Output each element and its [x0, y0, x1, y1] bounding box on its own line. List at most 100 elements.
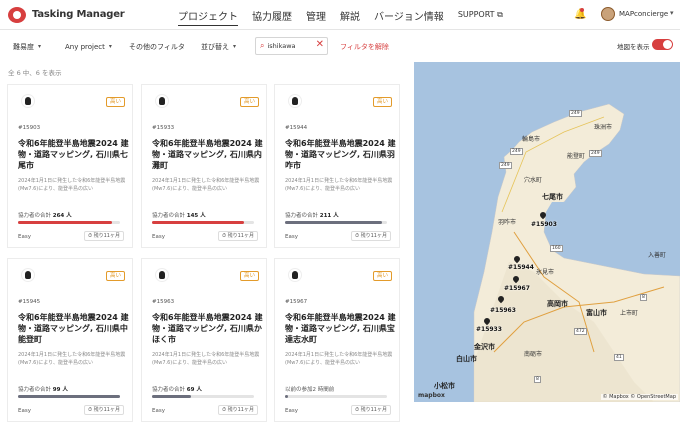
project-card[interactable]: 高い #15933 令和6年能登半島地震2024 建物・道路マッピング, 石川県内灘…	[141, 84, 267, 248]
brand-name[interactable]: Tasking Manager	[32, 9, 125, 20]
project-id: #15945	[18, 299, 41, 305]
map-pin-label: #15903	[531, 221, 557, 228]
contributors-number: 99 人	[52, 387, 68, 393]
time-remaining-label: 残り11ヶ月	[360, 233, 387, 239]
project-map[interactable]: #15903 #15944 #15967 #15963 #15933 輪島市 珠…	[414, 62, 680, 402]
project-title[interactable]: 令和6年能登半島地震2024 建物・道路マッピング, 石川県中能登町	[18, 312, 130, 345]
contributors-label: 協力者の合計	[18, 387, 52, 393]
nav-contributions[interactable]: 協力履歴	[252, 8, 292, 26]
road-shield: 249	[499, 162, 512, 169]
username[interactable]: MAPconcierge	[619, 10, 668, 18]
nav-learn[interactable]: 解説	[340, 8, 360, 26]
clock-icon: ⏱	[222, 233, 227, 239]
project-id: #15944	[285, 125, 308, 131]
project-title[interactable]: 令和6年能登半島地震2024 建物・道路マッピング, 石川県内灘町	[152, 138, 264, 171]
project-card[interactable]: 高い #15903 令和6年能登半島地震2024 建物・道路マッピング, 石川県七尾…	[7, 84, 133, 248]
priority-badge: 高い	[239, 271, 259, 281]
contributors-count: 協力者の合計 69 人	[152, 385, 202, 393]
sort-dropdown[interactable]: 並び替え ▾	[196, 38, 241, 55]
map-attribution[interactable]: © Mapbox © OpenStreetMap	[600, 394, 678, 400]
contributors-number: 145 人	[186, 213, 206, 219]
project-description: 2024年1月1日に発生した令和6年能登半島地震(Mw7.6)により、能登半島の…	[152, 178, 260, 192]
map-city-label: 七尾市	[542, 193, 563, 201]
priority-badge: 高い	[372, 97, 392, 107]
organisation-avatar	[21, 268, 35, 282]
map-toggle-switch[interactable]	[652, 39, 673, 50]
avatar[interactable]	[601, 7, 615, 21]
notification-dot	[580, 8, 584, 12]
project-description: 2024年1月1日に発生した令和6年能登半島地震(Mw7.6)により、能登半島の…	[152, 352, 260, 366]
difficulty-label: Easy	[285, 408, 298, 414]
nav-projects[interactable]: プロジェクト	[178, 8, 238, 26]
mapbox-logo[interactable]: mapbox	[418, 392, 445, 399]
road-shield: 249	[569, 110, 582, 117]
nav-manage[interactable]: 管理	[306, 8, 326, 26]
contributors-label: 協力者の合計	[152, 387, 186, 393]
map-city-label: 白山市	[456, 355, 477, 363]
map-pin-label: #15963	[490, 307, 516, 314]
project-card[interactable]: 高い #15944 令和6年能登半島地震2024 建物・道路マッピング, 石川県羽咋…	[274, 84, 400, 248]
difficulty-label: Easy	[18, 408, 31, 414]
project-title[interactable]: 令和6年能登半島地震2024 建物・道路マッピング, 石川県羽咋市	[285, 138, 397, 171]
progress-bar-fill	[152, 395, 191, 398]
project-title[interactable]: 令和6年能登半島地震2024 建物・道路マッピング, 石川県宝達志水町	[285, 312, 397, 345]
map-city-label: 羽咋市	[498, 219, 517, 226]
difficulty-filter-label: 難易度	[13, 42, 34, 51]
project-title[interactable]: 令和6年能登半島地震2024 建物・道路マッピング, 石川県七尾市	[18, 138, 130, 171]
search-box[interactable]: ⌕ ✕	[255, 37, 328, 55]
clock-icon: ⏱	[88, 233, 93, 239]
map-city-label: 小松市	[434, 382, 455, 390]
search-input[interactable]	[267, 42, 308, 50]
priority-badge: 高い	[105, 97, 125, 107]
nav-support[interactable]: SUPPORT ⧉	[458, 10, 503, 26]
organisation-avatar	[155, 268, 169, 282]
project-card[interactable]: 高い #15945 令和6年能登半島地震2024 建物・道路マッピング, 石川県中能…	[7, 258, 133, 422]
time-remaining: ⏱ 残り11ヶ月	[218, 405, 258, 415]
map-city-label: 上市町	[620, 310, 639, 317]
road-shield: 249	[589, 150, 602, 157]
project-description: 2024年1月1日に発生した令和6年能登半島地震(Mw7.6)により、能登半島の…	[285, 178, 393, 192]
road-shield: 41	[614, 354, 624, 361]
organisation-avatar	[21, 94, 35, 108]
contributors-count: 協力者の合計 264 人	[18, 211, 72, 219]
progress-bar-fill	[18, 395, 120, 398]
project-card[interactable]: 高い #15963 令和6年能登半島地震2024 建物・道路マッピング, 石川県かほ…	[141, 258, 267, 422]
difficulty-label: Easy	[285, 234, 298, 240]
any-project-label: Any project	[65, 42, 105, 51]
priority-badge: 高い	[239, 97, 259, 107]
contributors-label: 以前の参加2 時間前	[285, 387, 335, 393]
map-toggle-label: 地図を表示	[617, 43, 650, 51]
other-filters-button[interactable]: その他のフィルタ	[124, 38, 190, 55]
project-id: #15963	[152, 299, 175, 305]
time-remaining: ⏱ 残り11ヶ月	[218, 231, 258, 241]
contributors-label: 協力者の合計	[18, 213, 52, 219]
progress-bar	[285, 395, 387, 398]
chevron-down-icon: ▾	[233, 43, 237, 50]
search-icon: ⌕	[260, 41, 265, 50]
difficulty-filter[interactable]: 難易度 ▾	[8, 38, 46, 55]
time-remaining-label: 残り11ヶ月	[93, 233, 120, 239]
project-title[interactable]: 令和6年能登半島地震2024 建物・道路マッピング, 石川県かほく市	[152, 312, 264, 345]
organisation-avatar	[155, 94, 169, 108]
project-card[interactable]: 高い #15967 令和6年能登半島地震2024 建物・道路マッピング, 石川県宝達…	[274, 258, 400, 422]
map-city-label: 穴水町	[524, 177, 543, 184]
road-shield: 8	[534, 376, 541, 383]
priority-badge: 高い	[372, 271, 392, 281]
difficulty-label: Easy	[18, 234, 31, 240]
map-city-label: 能登町	[567, 153, 586, 160]
clear-filters-link[interactable]: フィルタを解除	[340, 42, 389, 52]
filter-bar: 難易度▾ Any project▾ その他のフィルタ 並び替え▾ ⌕ ✕ フィル…	[0, 31, 680, 61]
contributors-number: 211 人	[319, 213, 339, 219]
project-id: #15903	[18, 125, 41, 131]
map-city-label: 氷見市	[536, 269, 555, 276]
progress-bar-fill	[152, 221, 244, 224]
nav-about[interactable]: バージョン情報	[374, 8, 444, 26]
chevron-down-icon[interactable]: ▾	[670, 9, 674, 17]
progress-bar-fill	[18, 221, 112, 224]
tasking-manager-logo-icon[interactable]	[8, 7, 26, 23]
progress-bar	[152, 221, 254, 224]
map-city-label: 富山市	[586, 309, 607, 317]
clock-icon: ⏱	[222, 407, 227, 413]
clear-search-icon[interactable]: ✕	[316, 39, 324, 50]
any-project-filter[interactable]: Any project ▾	[60, 38, 117, 55]
